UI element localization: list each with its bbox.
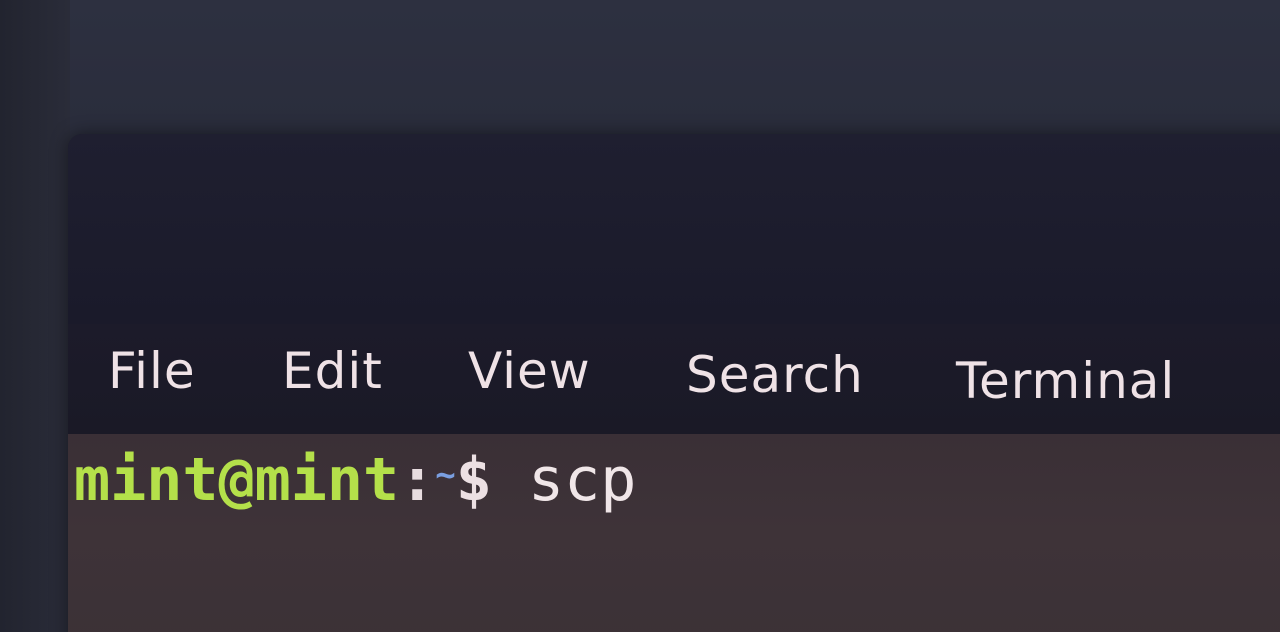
prompt-user-host: mint@mint — [74, 445, 400, 515]
window-titlebar[interactable] — [68, 134, 1280, 324]
menu-view[interactable]: View — [468, 342, 591, 400]
menu-edit[interactable]: Edit — [282, 342, 383, 400]
menu-search[interactable]: Search — [686, 346, 864, 404]
command-input[interactable]: scp — [528, 445, 636, 515]
menu-terminal[interactable]: Terminal — [956, 352, 1175, 410]
prompt-path: ~ — [435, 455, 456, 495]
terminal-window: File Edit View Search Terminal mint@mint… — [68, 134, 1280, 632]
screen-bezel — [0, 0, 70, 632]
menu-file[interactable]: File — [108, 342, 196, 400]
prompt-separator: : — [399, 445, 436, 515]
command-prompt-line: mint@mint:~$ scp — [74, 450, 636, 510]
prompt-symbol: $ — [455, 445, 492, 515]
